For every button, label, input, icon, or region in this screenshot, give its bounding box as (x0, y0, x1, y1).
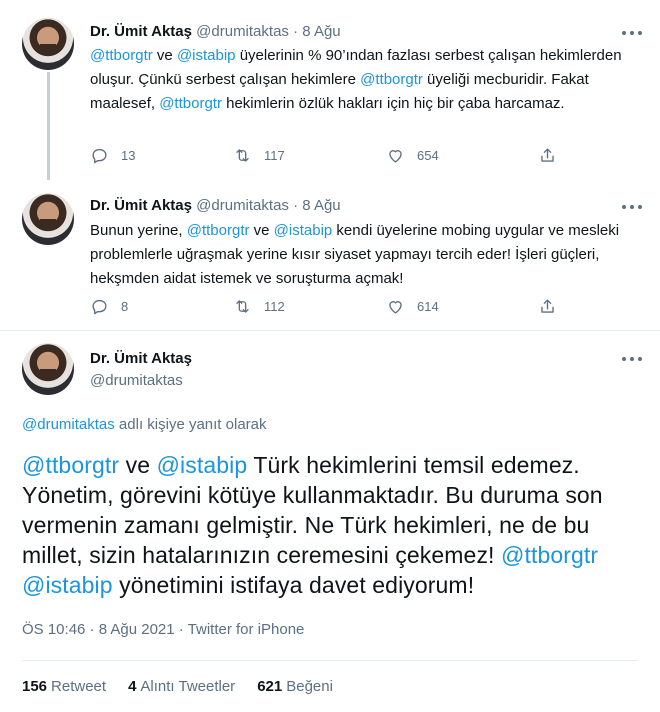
tweet-actions: 13 117 654 (90, 146, 560, 166)
like-stat-label: Beğeni (286, 678, 333, 695)
reply-icon (92, 148, 107, 164)
tweet-date[interactable]: 8 Ağu (302, 23, 340, 40)
reply-button[interactable]: 13 (90, 146, 135, 165)
mention-link[interactable]: @ttborgtr (90, 47, 153, 64)
retweet-stat-count: 156 (22, 678, 48, 695)
retweet-button[interactable]: 117 (233, 146, 285, 165)
author-handle[interactable]: @drumitaktas (196, 197, 289, 214)
separator-dot: · (293, 197, 299, 214)
avatar[interactable] (22, 343, 74, 395)
text-segment: hekimlerin özlük hakları için hiç bir ça… (221, 95, 565, 112)
tweet-header: Dr. Ümit Aktaş @drumitaktas · 8 Ağu (90, 23, 341, 40)
author-handle[interactable]: @drumitaktas (196, 23, 289, 40)
replying-to: @drumitaktas adlı kişiye yanıt olarak (22, 416, 267, 433)
mention-link[interactable]: @ttborgtr (360, 71, 423, 88)
share-button[interactable] (538, 297, 557, 316)
reply-icon (92, 299, 107, 315)
text-segment: yönetimini istifaya davet ediyorum! (112, 572, 475, 598)
share-icon (541, 299, 554, 313)
text-segment: Bunun yerine, (90, 222, 187, 239)
retweet-button[interactable]: 112 (233, 297, 285, 316)
separator-dot: · (293, 23, 299, 40)
share-icon (541, 148, 554, 162)
more-icon[interactable] (622, 352, 642, 366)
like-count: 614 (417, 299, 439, 314)
quote-stat-label: Alıntı Tweetler (140, 678, 236, 695)
thread-line (47, 72, 50, 180)
divider (0, 330, 660, 331)
mention-link[interactable]: @drumitaktas (22, 416, 115, 433)
author-name[interactable]: Dr. Ümit Aktaş (90, 350, 192, 367)
retweet-stat[interactable]: 156 Retweet (22, 678, 106, 695)
retweet-icon (236, 149, 249, 162)
share-button[interactable] (538, 146, 557, 165)
reply-button[interactable]: 8 (90, 297, 128, 316)
quote-stat[interactable]: 4 Alıntı Tweetler (128, 678, 235, 695)
tweet-meta[interactable]: ÖS 10:46 · 8 Ağu 2021 · Twitter for iPho… (22, 621, 304, 638)
retweet-stat-label: Retweet (51, 678, 107, 695)
mention-link[interactable]: @istabip (22, 572, 113, 598)
mention-link[interactable]: @istabip (157, 452, 248, 478)
tweet-1[interactable]: Dr. Ümit Aktaş @drumitaktas · 8 Ağu @ttb… (0, 0, 660, 180)
like-stat-count: 621 (257, 678, 283, 695)
tweet-date[interactable]: 8 Ağu (302, 197, 340, 214)
text-segment: ve (249, 222, 274, 239)
text-segment: adlı kişiye yanıt olarak (114, 416, 267, 433)
like-button[interactable]: 614 (386, 297, 439, 316)
like-icon (389, 150, 402, 163)
tweet-stats: 156 Retweet 4 Alıntı Tweetler 621 Beğeni (22, 678, 333, 695)
mention-link[interactable]: @ttborgtr (501, 542, 598, 568)
retweet-count: 117 (264, 148, 285, 163)
tweet-actions: 8 112 614 (90, 297, 560, 317)
like-icon (389, 301, 402, 314)
like-count: 654 (417, 148, 439, 163)
mention-link[interactable]: @ttborgtr (22, 452, 119, 478)
reply-count: 13 (121, 148, 136, 163)
main-tweet-text: @ttborgtr ve @istabip Türk hekimlerini t… (22, 450, 647, 600)
mention-link[interactable]: @ttborgtr (187, 222, 250, 239)
author-name[interactable]: Dr. Ümit Aktaş (90, 23, 192, 40)
text-segment: ve (119, 452, 157, 478)
reply-count: 8 (121, 299, 129, 314)
like-button[interactable]: 654 (386, 146, 439, 165)
mention-link[interactable]: @ttborgtr (159, 95, 222, 112)
retweet-icon (236, 300, 249, 313)
divider (22, 660, 638, 661)
tweet-2[interactable]: Dr. Ümit Aktaş @drumitaktas · 8 Ağu Bunu… (0, 180, 660, 328)
tweet-header: Dr. Ümit Aktaş @drumitaktas · 8 Ağu (90, 197, 341, 214)
avatar[interactable] (22, 18, 74, 70)
retweet-count: 112 (264, 299, 285, 314)
tweet-text: @ttborgtr ve @istabip üyelerinin % 90’ın… (90, 44, 630, 116)
text-segment: ve (152, 47, 177, 64)
more-icon[interactable] (622, 200, 642, 214)
more-icon[interactable] (622, 26, 642, 40)
like-stat[interactable]: 621 Beğeni (257, 678, 333, 695)
tweet-text: Bunun yerine, @ttborgtr ve @istabip kend… (90, 219, 630, 291)
author-name[interactable]: Dr. Ümit Aktaş (90, 197, 192, 214)
quote-stat-count: 4 (128, 678, 137, 695)
mention-link[interactable]: @istabip (177, 47, 236, 64)
avatar[interactable] (22, 193, 74, 245)
author-handle[interactable]: @drumitaktas (90, 372, 183, 389)
mention-link[interactable]: @istabip (274, 222, 333, 239)
